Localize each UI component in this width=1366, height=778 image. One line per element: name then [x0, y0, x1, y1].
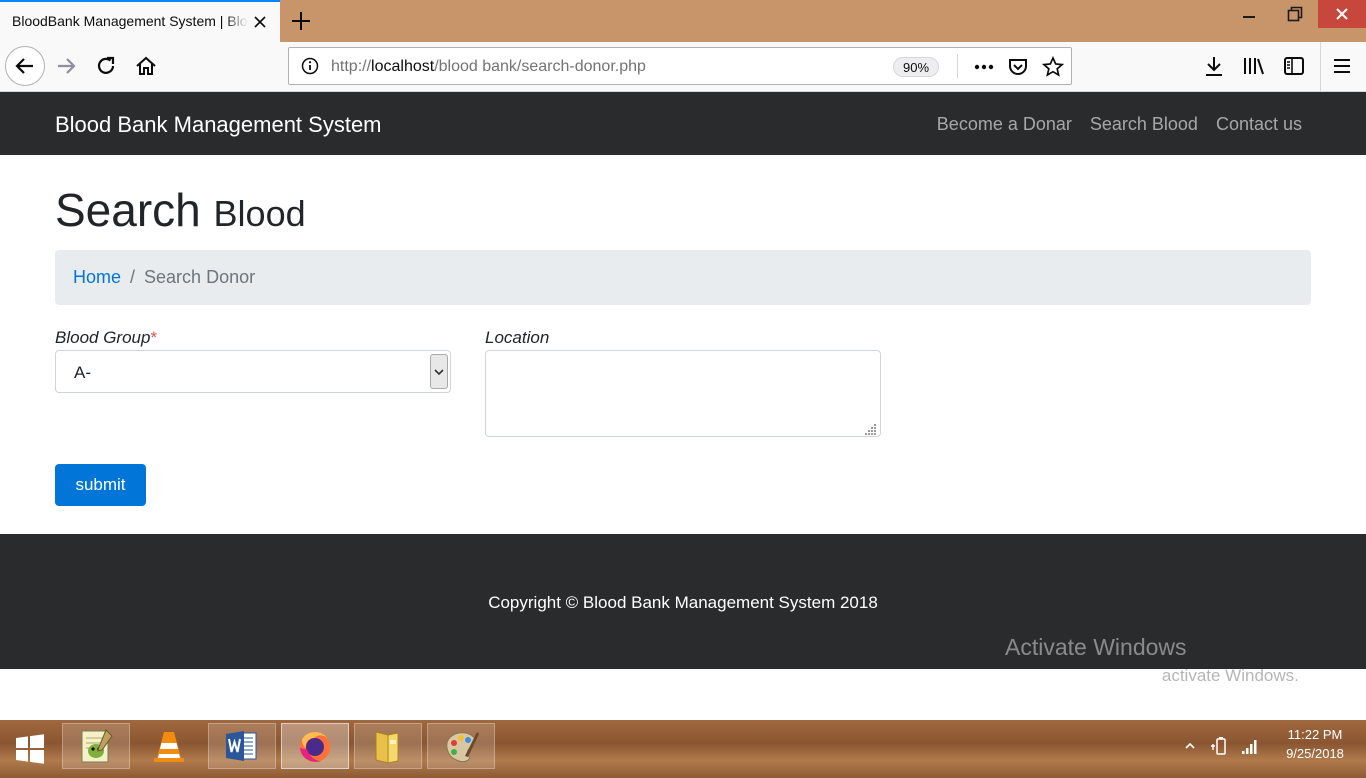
clock-time: 11:22 PM: [1287, 727, 1343, 742]
firefox-icon: [300, 732, 330, 762]
pocket-icon[interactable]: [1007, 56, 1029, 83]
reload-icon[interactable]: [94, 54, 118, 78]
network-signal-icon[interactable]: [1240, 736, 1260, 756]
activate-windows-watermark: Activate Windows Go to PC settings to ac…: [1005, 634, 1299, 686]
footer-copyright: Copyright © Blood Bank Management System…: [488, 593, 878, 612]
nav-link-contact-us[interactable]: Contact us: [1216, 114, 1302, 135]
windows-start-icon[interactable]: [6, 726, 54, 772]
hamburger-menu-icon[interactable]: [1330, 54, 1354, 78]
tab-close-icon[interactable]: [250, 12, 270, 32]
downloads-icon[interactable]: [1202, 54, 1226, 78]
taskbar-word[interactable]: [208, 723, 276, 769]
browser-titlebar: BloodBank Management System | Blood: [0, 0, 1366, 42]
breadcrumb-home-link[interactable]: Home: [73, 267, 121, 287]
sidebar-toggle-icon[interactable]: [1282, 54, 1306, 78]
location-label: Location: [485, 328, 550, 347]
clock-date: 9/25/2018: [1286, 746, 1344, 761]
breadcrumb: Home / Search Donor: [55, 250, 1311, 305]
window-restore-button[interactable]: [1272, 0, 1318, 28]
blood-group-selected-value: A-: [74, 363, 91, 382]
watermark-title: Activate Windows: [1005, 634, 1187, 660]
page-title: Search Blood: [55, 184, 306, 236]
windows-taskbar: [0, 720, 1366, 778]
forward-arrow-icon[interactable]: [54, 54, 78, 78]
taskbar-vlc[interactable]: [135, 723, 203, 769]
window-minimize-button[interactable]: [1226, 0, 1272, 28]
site-nav-links: Become a Donar Search Blood Contact us: [937, 114, 1302, 135]
show-hidden-icons-chevron-icon[interactable]: [1180, 736, 1200, 756]
breadcrumb-separator: /: [130, 267, 136, 287]
taskbar-paint[interactable]: [427, 723, 495, 769]
back-button[interactable]: [5, 46, 45, 86]
url-text[interactable]: http://localhost/blood bank/search-donor…: [331, 58, 646, 76]
url-bar-divider: [957, 54, 958, 78]
file-explorer-icon: [375, 731, 399, 764]
word-icon: [226, 731, 257, 761]
system-clock[interactable]: 11:22 PM 9/25/2018: [1270, 725, 1360, 763]
zoom-level-badge[interactable]: 90%: [893, 57, 940, 77]
toolbar-divider: [1320, 42, 1321, 92]
taskbar-file-explorer[interactable]: [354, 723, 422, 769]
notepad-plus-icon: [81, 729, 113, 763]
site-navbar: Blood Bank Management System Become a Do…: [0, 92, 1366, 155]
window-close-button[interactable]: [1318, 0, 1366, 28]
taskbar-notepad-plus[interactable]: [62, 723, 130, 769]
nav-link-search-blood[interactable]: Search Blood: [1090, 114, 1198, 135]
site-brand[interactable]: Blood Bank Management System: [55, 112, 382, 138]
page-subtitle: Blood: [213, 193, 306, 234]
location-textarea[interactable]: [485, 350, 881, 437]
taskbar-firefox[interactable]: [281, 723, 349, 769]
blood-group-select[interactable]: A-: [55, 350, 451, 393]
vlc-icon: [154, 732, 184, 762]
bookmark-star-icon[interactable]: [1041, 55, 1065, 83]
battery-power-icon[interactable]: [1211, 736, 1231, 756]
tab-title: BloodBank Management System | Blood: [12, 13, 248, 29]
breadcrumb-current: Search Donor: [144, 267, 256, 287]
browser-tab[interactable]: BloodBank Management System | Blood: [0, 0, 280, 42]
browser-toolbar: http://localhost/blood bank/search-donor…: [0, 42, 1366, 92]
library-icon[interactable]: [1242, 54, 1266, 78]
new-tab-plus-icon[interactable]: [288, 8, 314, 34]
back-arrow-icon: [15, 58, 33, 74]
blood-group-label: Blood Group*: [55, 328, 158, 347]
home-icon[interactable]: [134, 54, 158, 78]
site-info-icon[interactable]: [301, 57, 319, 80]
page-actions-menu-icon[interactable]: [972, 57, 996, 82]
chevron-down-icon[interactable]: [430, 354, 448, 389]
resize-grip-icon[interactable]: [865, 422, 877, 435]
nav-link-become-donor[interactable]: Become a Donar: [937, 114, 1072, 135]
url-bar[interactable]: http://localhost/blood bank/search-donor…: [288, 47, 1072, 85]
paint-icon: [446, 732, 479, 763]
submit-button[interactable]: submit: [55, 464, 146, 506]
watermark-subtitle: Go to PC settings to activate Windows.: [1005, 666, 1299, 685]
required-asterisk: *: [150, 328, 158, 347]
